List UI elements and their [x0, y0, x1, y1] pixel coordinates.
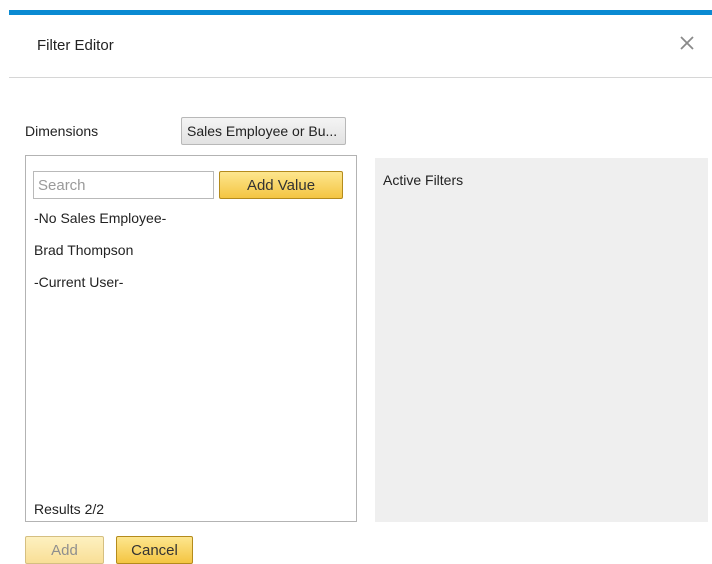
add-button[interactable]: Add — [25, 536, 104, 564]
dialog-title: Filter Editor — [37, 37, 114, 54]
close-icon[interactable] — [676, 32, 698, 54]
search-input[interactable] — [33, 171, 214, 199]
dimension-select-button[interactable]: Sales Employee or Bu... — [181, 117, 346, 145]
cancel-button[interactable]: Cancel — [116, 536, 193, 564]
list-item[interactable]: -No Sales Employee- — [34, 210, 166, 242]
active-filters-panel: Active Filters — [375, 158, 708, 522]
list-item[interactable]: -Current User- — [34, 274, 166, 306]
active-filters-title: Active Filters — [383, 172, 464, 188]
values-panel: Add Value -No Sales Employee- Brad Thomp… — [25, 155, 357, 522]
list-item[interactable]: Brad Thompson — [34, 242, 166, 274]
dialog-header: Filter Editor — [9, 15, 712, 78]
results-count: Results 2/2 — [34, 501, 105, 517]
dimensions-label: Dimensions — [25, 123, 99, 139]
value-list: -No Sales Employee- Brad Thompson -Curre… — [34, 210, 166, 306]
filter-editor-dialog: Filter Editor Dimensions Sales Employee … — [0, 0, 712, 564]
add-value-button[interactable]: Add Value — [219, 171, 343, 199]
